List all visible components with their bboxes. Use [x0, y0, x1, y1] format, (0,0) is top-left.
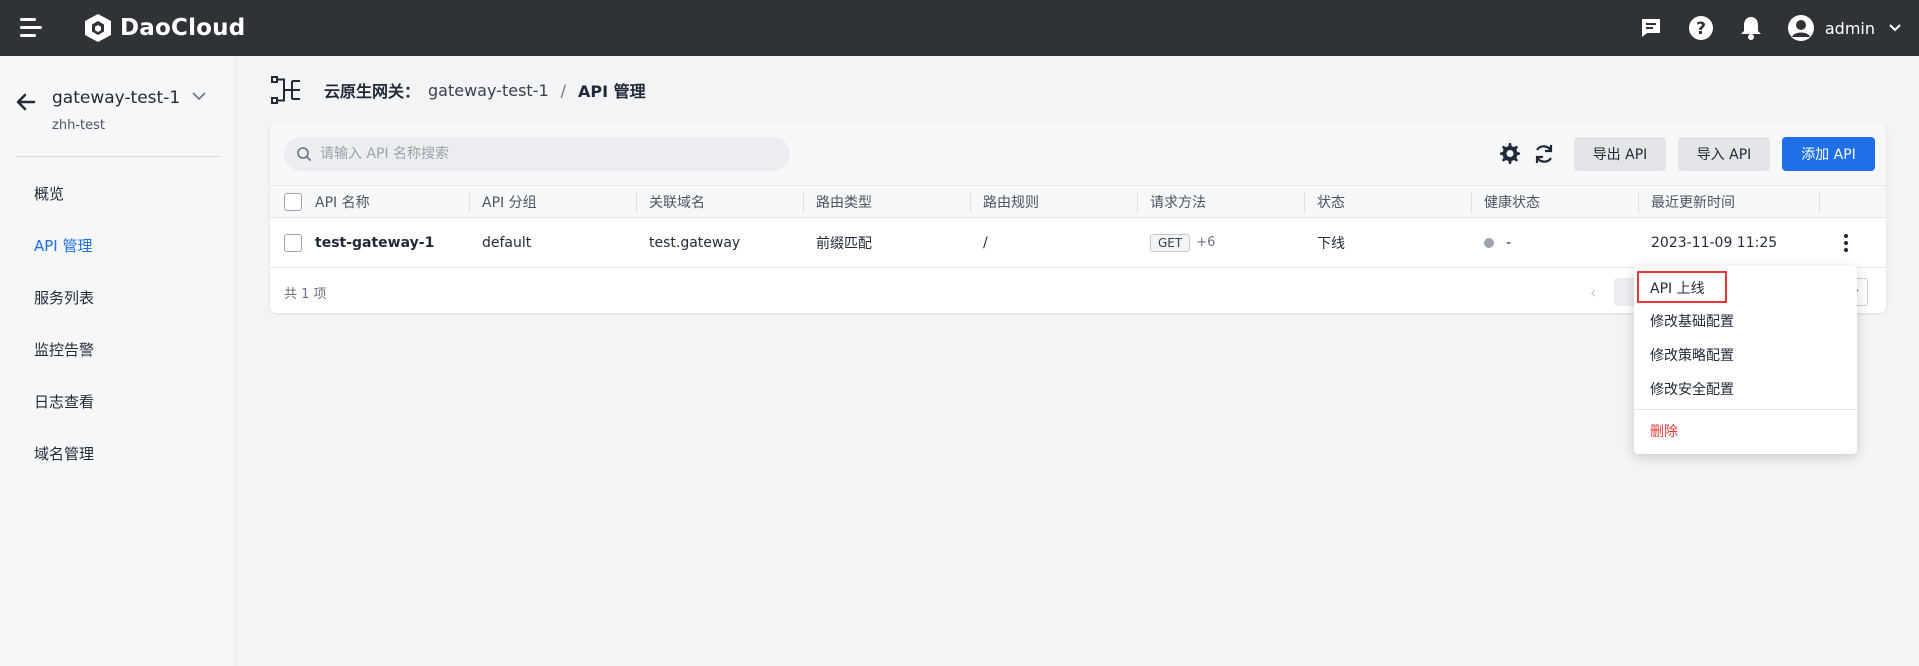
api-group-cell: default	[482, 234, 532, 251]
user-avatar-icon	[1787, 15, 1814, 41]
sidebar: gateway-test-1 zhh-test 概览 API 管理 服务列表 监…	[0, 56, 236, 666]
bell-icon[interactable]	[1737, 14, 1765, 42]
search-input[interactable]	[320, 146, 760, 162]
settings-gear-icon[interactable]	[1498, 142, 1522, 166]
gateway-name: gateway-test-1	[52, 88, 181, 108]
breadcrumb-gateway[interactable]: gateway-test-1	[428, 81, 549, 100]
method-more-count[interactable]: +6	[1196, 235, 1215, 250]
column-header-api-group[interactable]: API 分组	[482, 186, 537, 217]
menu-item-edit-security-config[interactable]: 修改安全配置	[1634, 372, 1857, 406]
gateway-namespace: zhh-test	[52, 118, 105, 133]
sidebar-item-service-list[interactable]: 服务列表	[0, 272, 236, 324]
help-icon[interactable]: ?	[1687, 14, 1715, 42]
refresh-icon[interactable]	[1532, 142, 1556, 166]
table-row: test-gateway-1 default test.gateway 前缀匹配…	[270, 218, 1886, 268]
column-header-route-rule[interactable]: 路由规则	[983, 186, 1039, 217]
total-count: 共 1 项	[284, 287, 327, 302]
sidebar-item-api-management[interactable]: API 管理	[0, 220, 236, 272]
prev-page-icon[interactable]: ‹	[1590, 283, 1596, 302]
table-toolbar: 导出 API 导入 API 添加 API	[270, 123, 1886, 185]
page-number-box[interactable]	[1614, 278, 1634, 306]
brand-name: DaoCloud	[120, 15, 246, 41]
user-menu[interactable]: admin	[1787, 14, 1901, 42]
back-arrow-icon[interactable]	[14, 90, 38, 114]
sidebar-item-logs[interactable]: 日志查看	[0, 376, 236, 428]
table-header: API 名称 API 分组 关联域名 路由类型 路由规则 请求方法 状态 健康状…	[270, 185, 1886, 218]
column-header-route-type[interactable]: 路由类型	[816, 186, 872, 217]
sidebar-divider	[16, 156, 220, 157]
chevron-down-icon[interactable]	[192, 92, 206, 101]
row-actions-dropdown: API 上线 修改基础配置 修改策略配置 修改安全配置 删除	[1634, 266, 1857, 454]
menu-item-edit-policy-config[interactable]: 修改策略配置	[1634, 338, 1857, 372]
method-tag: GET	[1150, 233, 1191, 252]
column-header-status[interactable]: 状态	[1317, 186, 1345, 217]
health-status-dot	[1484, 237, 1494, 248]
domain-cell: test.gateway	[649, 234, 741, 251]
search-icon	[297, 147, 312, 162]
row-checkbox[interactable]	[284, 233, 302, 252]
column-header-api-name[interactable]: API 名称	[315, 186, 370, 217]
add-api-button[interactable]: 添加 API	[1782, 137, 1875, 171]
menu-item-delete[interactable]: 删除	[1634, 414, 1857, 448]
daocloud-logo[interactable]: DaoCloud	[82, 12, 245, 44]
column-header-method[interactable]: 请求方法	[1150, 186, 1206, 217]
page-title: API 管理	[578, 82, 646, 101]
svg-text:?: ?	[1696, 19, 1706, 39]
menu-icon[interactable]	[20, 18, 46, 38]
status-cell: 下线	[1317, 235, 1345, 252]
updated-cell: 2023-11-09 11:25	[1651, 234, 1778, 251]
column-header-updated[interactable]: 最近更新时间	[1651, 186, 1735, 217]
route-rule-cell: /	[983, 234, 988, 251]
select-all-checkbox[interactable]	[284, 192, 302, 211]
row-more-actions-button[interactable]	[1836, 231, 1856, 255]
import-api-button[interactable]: 导入 API	[1678, 137, 1770, 171]
chevron-down-icon	[1889, 24, 1901, 32]
sidebar-item-monitoring-alerts[interactable]: 监控告警	[0, 324, 236, 376]
username: admin	[1824, 18, 1875, 38]
export-api-button[interactable]: 导出 API	[1574, 137, 1666, 171]
health-cell: -	[1484, 218, 1511, 267]
breadcrumb-parent[interactable]: 云原生网关：	[324, 78, 420, 102]
column-header-domain[interactable]: 关联域名	[649, 186, 705, 217]
sidebar-item-domain-management[interactable]: 域名管理	[0, 428, 236, 480]
menu-item-api-online[interactable]: API 上线	[1634, 271, 1857, 305]
health-status-text: -	[1506, 234, 1512, 251]
sidebar-item-overview[interactable]: 概览	[0, 168, 236, 220]
api-name-link[interactable]: test-gateway-1	[315, 218, 434, 267]
message-icon[interactable]	[1637, 14, 1665, 42]
method-cell: GET +6	[1150, 218, 1215, 267]
logo-icon	[85, 14, 111, 42]
menu-divider	[1634, 409, 1857, 410]
breadcrumb: 云原生网关： gateway-test-1 / API 管理	[270, 72, 646, 108]
search-box	[284, 137, 790, 171]
route-type-cell: 前缀匹配	[816, 235, 872, 252]
gateway-icon	[271, 76, 300, 104]
top-bar: DaoCloud ? admin	[0, 0, 1919, 56]
gateway-selector: gateway-test-1 zhh-test	[0, 78, 236, 138]
menu-item-edit-basic-config[interactable]: 修改基础配置	[1634, 304, 1857, 338]
column-header-health[interactable]: 健康状态	[1484, 186, 1540, 217]
breadcrumb-separator: /	[560, 80, 567, 100]
